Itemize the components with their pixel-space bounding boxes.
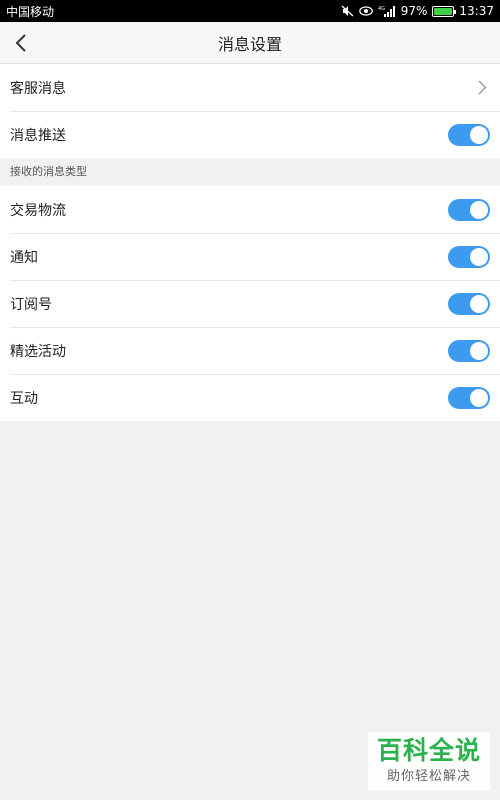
toggle-knob: [470, 388, 488, 407]
network-label: 4G: [378, 6, 385, 12]
status-icons: 4G 97% 13:37: [341, 4, 494, 18]
toggle-knob: [470, 294, 488, 313]
clock: 13:37: [459, 4, 494, 18]
toggle-knob: [470, 247, 488, 266]
type-row-featured-events: 精选活动: [0, 327, 500, 374]
featured-events-toggle[interactable]: [448, 339, 490, 362]
type-row-interaction: 互动: [0, 374, 500, 421]
service-message-label: 客服消息: [10, 80, 66, 97]
toggle-knob: [470, 125, 488, 144]
back-button[interactable]: [4, 22, 38, 64]
type-label: 交易物流: [10, 202, 66, 219]
type-label: 互动: [10, 390, 38, 407]
eye-icon: [358, 6, 373, 16]
battery-fill: [434, 7, 452, 15]
back-arrow-icon: [15, 34, 26, 52]
type-label: 精选活动: [10, 343, 66, 360]
watermark-subtitle: 助你轻松解决: [386, 769, 471, 784]
battery-percent: 97%: [400, 4, 428, 18]
notification-toggle[interactable]: [448, 245, 490, 268]
subscription-toggle[interactable]: [448, 292, 490, 315]
interaction-toggle[interactable]: [448, 386, 490, 409]
type-row-subscription: 订阅号: [0, 280, 500, 327]
nav-bar: 消息设置: [0, 22, 500, 64]
toggle-knob: [470, 341, 488, 360]
mute-icon: [341, 5, 354, 17]
section-header: 接收的消息类型: [0, 158, 500, 186]
push-message-label: 消息推送: [10, 127, 66, 144]
type-label: 订阅号: [10, 296, 52, 313]
type-row-trade-logistics: 交易物流: [0, 186, 500, 233]
service-message-row[interactable]: 客服消息: [0, 64, 500, 111]
watermark-logo: 百科全说 助你轻松解决: [368, 732, 490, 790]
push-message-row: 消息推送: [0, 111, 500, 158]
toggle-knob: [470, 200, 488, 219]
carrier-label: 中国移动: [6, 4, 55, 19]
page-title: 消息设置: [217, 34, 282, 54]
status-bar: 中国移动 4G 97% 13:37: [0, 0, 500, 22]
battery-icon: [432, 5, 457, 17]
watermark-title: 百科全说: [376, 736, 481, 765]
chevron-right-icon: [474, 78, 490, 98]
trade-logistics-toggle[interactable]: [448, 198, 490, 221]
type-label: 通知: [10, 249, 38, 266]
general-settings-group: 客服消息 消息推送: [0, 64, 500, 158]
message-types-group: 交易物流 通知 订阅号 精选活动 互动: [0, 186, 500, 421]
push-message-toggle[interactable]: [448, 123, 490, 146]
signal-icon: 4G: [378, 6, 395, 17]
type-row-notification: 通知: [0, 233, 500, 280]
